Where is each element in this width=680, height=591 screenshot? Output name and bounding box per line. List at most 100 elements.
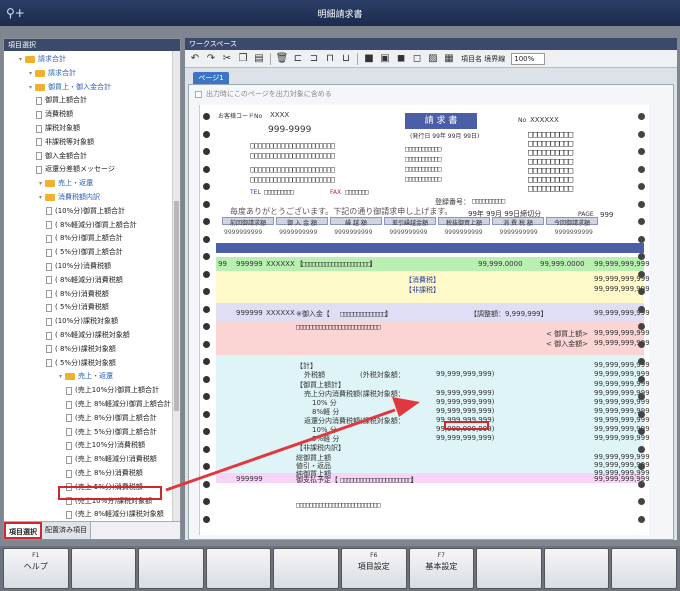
- tree-scrollbar[interactable]: [172, 51, 180, 521]
- function-key-8[interactable]: [476, 548, 542, 589]
- document-icon: [66, 455, 72, 464]
- function-key-1[interactable]: F1 ヘルプ: [3, 548, 69, 589]
- redo-icon[interactable]: ↷: [204, 52, 218, 65]
- document-icon: [36, 152, 42, 161]
- function-key-4[interactable]: [205, 548, 272, 589]
- align-center-icon[interactable]: ⊐: [307, 52, 321, 65]
- header-col: 税抜御買上額: [438, 217, 490, 227]
- toolbar: ↶ ↷ ✂ ❐ ▤ 🗑 ⊏ ⊐ ⊓ ⊔ ■ ▣ ◼ ◻ ▨ ▦ 項目名 境界線 …: [185, 50, 677, 68]
- outer-tax-label: 外税額: [304, 371, 325, 379]
- header-col: 今回御請求額: [546, 217, 598, 227]
- punch-hole: [638, 428, 645, 435]
- sale-tax-value: 99,999,999,999): [436, 389, 495, 397]
- row-code: 999999: [236, 260, 263, 268]
- folder-icon: [45, 194, 55, 201]
- function-key-3[interactable]: [138, 548, 204, 589]
- function-key-10[interactable]: [611, 548, 677, 589]
- punch-hole: [638, 480, 645, 488]
- company-placeholder: □□□□□□□□□□□: [405, 165, 441, 173]
- document-icon: [36, 138, 42, 147]
- page-canvas: 出力時にこのページを出力対象に含める お客様コードNo XXXX 999-999…: [188, 84, 674, 540]
- folder-icon: [25, 56, 35, 63]
- forward-icon[interactable]: ◼: [394, 52, 408, 65]
- align-top-icon[interactable]: ⊔: [339, 52, 353, 65]
- chevron-down-icon[interactable]: ▾: [26, 79, 35, 96]
- fax-label: FAX: [330, 189, 342, 196]
- delete-icon[interactable]: 🗑: [275, 52, 289, 65]
- receipt-placeholder: □□□□□□□□□□□□□□】: [340, 310, 392, 318]
- tab-item-select[interactable]: 項目選択: [4, 522, 42, 539]
- punch-hole: [638, 113, 645, 120]
- customer-code-label: お客様コードNo: [218, 113, 263, 120]
- adjust-amount: 【調整額：9,999,999】: [470, 310, 548, 318]
- align-left-icon[interactable]: ⊏: [291, 52, 305, 65]
- align-right-icon[interactable]: ⊓: [323, 52, 337, 65]
- punch-hole: [203, 375, 210, 383]
- backward-icon[interactable]: ◻: [410, 52, 424, 65]
- title-bar: ⚲+ 明細請求書: [0, 0, 680, 26]
- pay-plan-placeholder: □□□□□□□□□□□□□□□□□□□□□□】: [340, 476, 418, 484]
- checkbox-icon[interactable]: [195, 90, 202, 98]
- document-icon: [46, 276, 52, 285]
- fax-placeholder: □□□□□□□: [345, 188, 368, 196]
- zoom-select[interactable]: 100%: [511, 52, 546, 65]
- bring-front-icon[interactable]: ■: [362, 52, 376, 65]
- document-icon: [46, 345, 52, 354]
- punch-hole: [638, 235, 645, 243]
- punch-hole: [638, 515, 645, 523]
- output-checkbox[interactable]: 出力時にこのページを出力対象に含める: [195, 89, 332, 99]
- header-col: 前回御請求額: [222, 217, 274, 227]
- invoice-title: 請 求 書: [405, 113, 477, 129]
- chevron-down-icon[interactable]: ▾: [16, 51, 25, 68]
- highlighted-field[interactable]: [444, 421, 489, 430]
- punch-hole: [203, 235, 210, 243]
- function-key-6[interactable]: F6 項目設定: [340, 548, 407, 589]
- issue-date: (発行日 99年 99月 99日): [410, 133, 480, 140]
- rate-10-value: 99,999,999,999): [436, 398, 495, 406]
- chevron-down-icon[interactable]: ▾: [56, 368, 65, 385]
- punch-hole: [203, 410, 210, 418]
- copy-icon[interactable]: ❐: [236, 52, 250, 65]
- separator: [270, 52, 271, 65]
- function-key-9[interactable]: [543, 548, 610, 589]
- function-key-7[interactable]: F7 基本設定: [408, 548, 475, 589]
- function-key-2[interactable]: [70, 548, 137, 589]
- document-icon: [36, 124, 42, 133]
- scrollbar-thumb[interactable]: [174, 201, 179, 411]
- row-amount: 99,999.0000: [478, 260, 523, 268]
- header-value: 9999999999: [224, 229, 263, 236]
- rate-8-value: 99,999,999,999): [436, 407, 495, 415]
- item-tree: ▾ 請求合計 ▾ 請求合計 ▾ 御買上・御入金合計 御買上額合計 消費税額 課税対象額 非課税等対…: [4, 51, 174, 521]
- highlighted-tree-item: [58, 486, 162, 500]
- row-date: 99: [218, 260, 227, 268]
- undo-icon[interactable]: ↶: [188, 52, 202, 65]
- tax-inner-title: 【非課税内訳】: [296, 444, 345, 452]
- cut-icon[interactable]: ✂: [220, 52, 234, 65]
- punch-hole: [638, 375, 645, 383]
- header-col: 差引繰越金額: [384, 217, 436, 227]
- punch-hole: [203, 340, 210, 348]
- pay-plan: 御支払予定【: [296, 476, 338, 484]
- tab-page-1[interactable]: ページ1: [193, 72, 229, 84]
- document-icon: [66, 386, 72, 395]
- workspace: ワークスペース ↶ ↷ ✂ ❐ ▤ 🗑 ⊏ ⊐ ⊓ ⊔ ■ ▣ ◼ ◻ ▨ ▦ …: [185, 38, 677, 540]
- row-unit: 99,999.0000: [540, 260, 585, 268]
- function-key-label: ヘルプ: [23, 562, 48, 571]
- document-icon: [46, 331, 52, 340]
- chevron-down-icon[interactable]: ▾: [36, 189, 45, 206]
- punch-hole: [203, 323, 210, 330]
- grid-icon[interactable]: ▦: [442, 52, 456, 65]
- function-key-5[interactable]: [273, 548, 339, 589]
- document-icon: [46, 248, 52, 257]
- tab-placed-items[interactable]: 配置済み項目: [42, 522, 91, 539]
- tree-item[interactable]: (売上 8%軽減分)課税対象額: [66, 506, 164, 521]
- buy-total-label: < 御買上額>: [546, 330, 588, 338]
- image-icon[interactable]: ▨: [426, 52, 440, 65]
- paste-icon[interactable]: ▤: [252, 52, 266, 65]
- postal-code: 999-9999: [268, 125, 312, 135]
- document-icon: [36, 96, 42, 105]
- punch-hole: [203, 165, 210, 173]
- name-placeholder: □□□□□□□□□□□□□□□□□□□□□□: [250, 165, 335, 174]
- send-back-icon[interactable]: ▣: [378, 52, 392, 65]
- company-placeholder: □□□□□□□□□□□: [405, 145, 441, 153]
